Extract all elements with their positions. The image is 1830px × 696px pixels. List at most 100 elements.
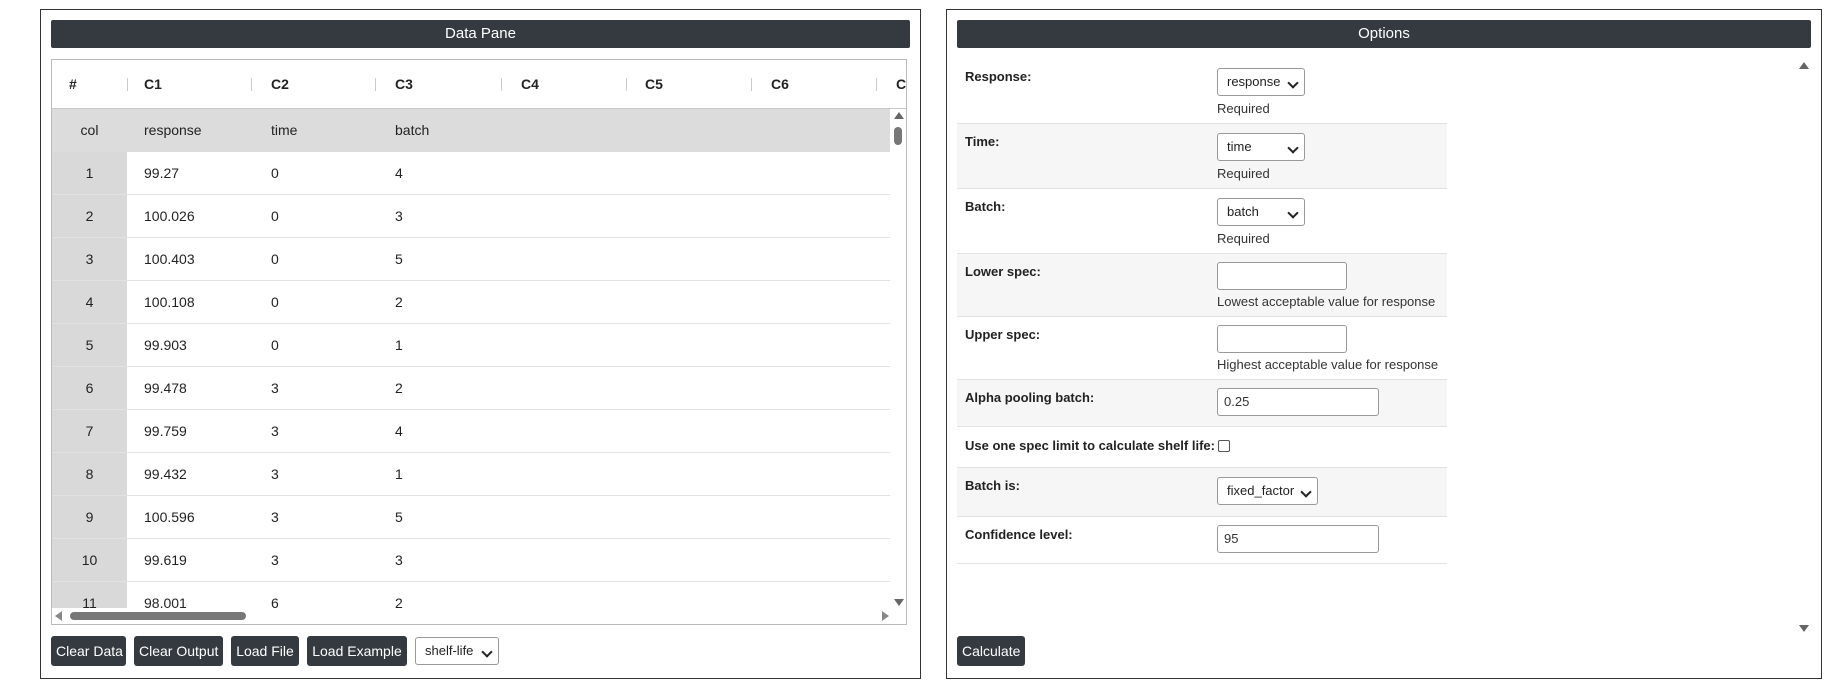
chevron-down-icon bbox=[1300, 486, 1312, 498]
option-one-spec: Use one spec limit to calculate shelf li… bbox=[957, 427, 1447, 468]
grid-cell[interactable]: 2 bbox=[395, 582, 403, 609]
table-row: 10 99.619 3 3 bbox=[52, 539, 892, 582]
grid-cell[interactable]: 3 bbox=[271, 539, 279, 581]
grid-cell[interactable]: 99.432 bbox=[144, 453, 187, 495]
table-row: 5 99.903 0 1 bbox=[52, 324, 892, 367]
grid-cell[interactable]: 99.903 bbox=[144, 324, 187, 366]
grid-cell[interactable]: 5 bbox=[395, 238, 403, 280]
grid-cell[interactable]: 3 bbox=[271, 496, 279, 538]
scroll-down-icon[interactable] bbox=[894, 599, 904, 606]
alpha-pooling-label: Alpha pooling batch: bbox=[965, 390, 1095, 405]
grid-cell[interactable]: 3 bbox=[271, 453, 279, 495]
one-spec-label: Use one spec limit to calculate shelf li… bbox=[965, 438, 1215, 453]
row-index: col bbox=[52, 109, 127, 152]
grid-cell[interactable]: response bbox=[144, 109, 202, 152]
options-scroll-down-icon[interactable] bbox=[1799, 625, 1809, 632]
load-file-button[interactable]: Load File bbox=[231, 636, 299, 666]
data-pane: Data Pane # C1 C2 C3 C4 C5 C6 C7 col res… bbox=[40, 9, 921, 679]
column-header-c1[interactable]: C1 bbox=[144, 60, 162, 108]
time-label: Time: bbox=[965, 134, 1000, 149]
table-row: 8 99.432 3 1 bbox=[52, 453, 892, 496]
scroll-up-icon[interactable] bbox=[894, 112, 904, 119]
grid-cell[interactable]: 3 bbox=[395, 195, 403, 237]
row-index: 4 bbox=[52, 281, 127, 323]
chevron-down-icon bbox=[481, 646, 493, 658]
row-index: 6 bbox=[52, 367, 127, 409]
column-header-index[interactable]: # bbox=[69, 60, 77, 108]
grid-cell[interactable]: 99.478 bbox=[144, 367, 187, 409]
options-pane-title: Options bbox=[957, 20, 1811, 48]
grid-vertical-scrollbar[interactable] bbox=[890, 109, 906, 609]
grid-cell[interactable]: time bbox=[271, 109, 297, 152]
response-label: Response: bbox=[965, 69, 1032, 84]
grid-cell[interactable]: 99.619 bbox=[144, 539, 187, 581]
grid-cell[interactable]: 4 bbox=[395, 152, 403, 194]
calculate-button[interactable]: Calculate bbox=[957, 636, 1025, 666]
grid-cell[interactable]: 3 bbox=[271, 410, 279, 452]
column-header-c4[interactable]: C4 bbox=[521, 60, 539, 108]
one-spec-checkbox[interactable] bbox=[1218, 440, 1230, 452]
data-pane-title: Data Pane bbox=[51, 20, 910, 48]
load-example-button[interactable]: Load Example bbox=[307, 636, 407, 666]
options-pane: Options Response: response Required Time… bbox=[946, 9, 1822, 679]
grid-cell[interactable]: 3 bbox=[271, 367, 279, 409]
row-index: 10 bbox=[52, 539, 127, 581]
response-help: Required bbox=[1217, 101, 1270, 116]
row-index: 3 bbox=[52, 238, 127, 280]
time-select[interactable]: time bbox=[1217, 133, 1305, 161]
grid-cell[interactable]: 100.596 bbox=[144, 496, 195, 538]
grid-cell[interactable]: 99.759 bbox=[144, 410, 187, 452]
row-index: 1 bbox=[52, 152, 127, 194]
column-header-c5[interactable]: C5 bbox=[645, 60, 663, 108]
batch-select[interactable]: batch bbox=[1217, 198, 1305, 226]
lower-spec-input[interactable] bbox=[1217, 262, 1347, 290]
option-response: Response: response Required bbox=[957, 59, 1447, 124]
confidence-input[interactable]: 95 bbox=[1217, 525, 1379, 553]
confidence-label: Confidence level: bbox=[965, 527, 1073, 542]
column-header-c6[interactable]: C6 bbox=[771, 60, 789, 108]
grid-cell[interactable]: 5 bbox=[395, 496, 403, 538]
options-scroll-up-icon[interactable] bbox=[1799, 62, 1809, 69]
grid-cell[interactable]: 3 bbox=[395, 539, 403, 581]
table-row: 1 99.27 0 4 bbox=[52, 152, 892, 195]
response-select-value: response bbox=[1227, 74, 1281, 89]
example-select[interactable]: shelf-life bbox=[415, 637, 499, 665]
grid-cell[interactable]: 0 bbox=[271, 195, 279, 237]
grid-cell[interactable]: 2 bbox=[395, 281, 403, 323]
grid-cell[interactable]: 1 bbox=[395, 324, 403, 366]
clear-output-button[interactable]: Clear Output bbox=[134, 636, 223, 666]
grid-cell[interactable]: 99.27 bbox=[144, 152, 179, 194]
example-select-value: shelf-life bbox=[425, 643, 474, 658]
alpha-pooling-input[interactable]: 0.25 bbox=[1217, 388, 1379, 416]
grid-cell[interactable]: 0 bbox=[271, 324, 279, 366]
grid-cell[interactable]: 100.026 bbox=[144, 195, 195, 237]
grid-cell[interactable]: 0 bbox=[271, 152, 279, 194]
scroll-right-icon[interactable] bbox=[882, 611, 889, 621]
grid-cell[interactable]: 6 bbox=[271, 582, 279, 609]
grid-cell[interactable]: 98.001 bbox=[144, 582, 187, 609]
scroll-thumb[interactable] bbox=[894, 127, 902, 145]
grid-cell[interactable]: 4 bbox=[395, 410, 403, 452]
option-alpha-pooling: Alpha pooling batch: 0.25 bbox=[957, 380, 1447, 427]
column-header-c3[interactable]: C3 bbox=[395, 60, 413, 108]
option-upper-spec: Upper spec: Highest acceptable value for… bbox=[957, 317, 1447, 380]
grid-cell[interactable]: 100.403 bbox=[144, 238, 195, 280]
grid-cell[interactable]: batch bbox=[395, 109, 429, 152]
clear-data-button[interactable]: Clear Data bbox=[51, 636, 126, 666]
response-select[interactable]: response bbox=[1217, 68, 1305, 96]
batch-is-select[interactable]: fixed_factor bbox=[1217, 477, 1318, 505]
lower-spec-help: Lowest acceptable value for response bbox=[1217, 294, 1436, 309]
variable-name-row: col response time batch bbox=[52, 109, 892, 152]
table-row: 9 100.596 3 5 bbox=[52, 496, 892, 539]
grid-cell[interactable]: 2 bbox=[395, 367, 403, 409]
grid-cell[interactable]: 100.108 bbox=[144, 281, 195, 323]
column-header-c7[interactable]: C7 bbox=[896, 60, 906, 108]
grid-cell[interactable]: 0 bbox=[271, 238, 279, 280]
grid-cell[interactable]: 1 bbox=[395, 453, 403, 495]
grid-cell[interactable]: 0 bbox=[271, 281, 279, 323]
column-header-c2[interactable]: C2 bbox=[271, 60, 289, 108]
scroll-left-icon[interactable] bbox=[55, 611, 62, 621]
grid-horizontal-scrollbar[interactable] bbox=[52, 608, 892, 624]
scroll-thumb[interactable] bbox=[70, 612, 246, 620]
upper-spec-input[interactable] bbox=[1217, 325, 1347, 353]
